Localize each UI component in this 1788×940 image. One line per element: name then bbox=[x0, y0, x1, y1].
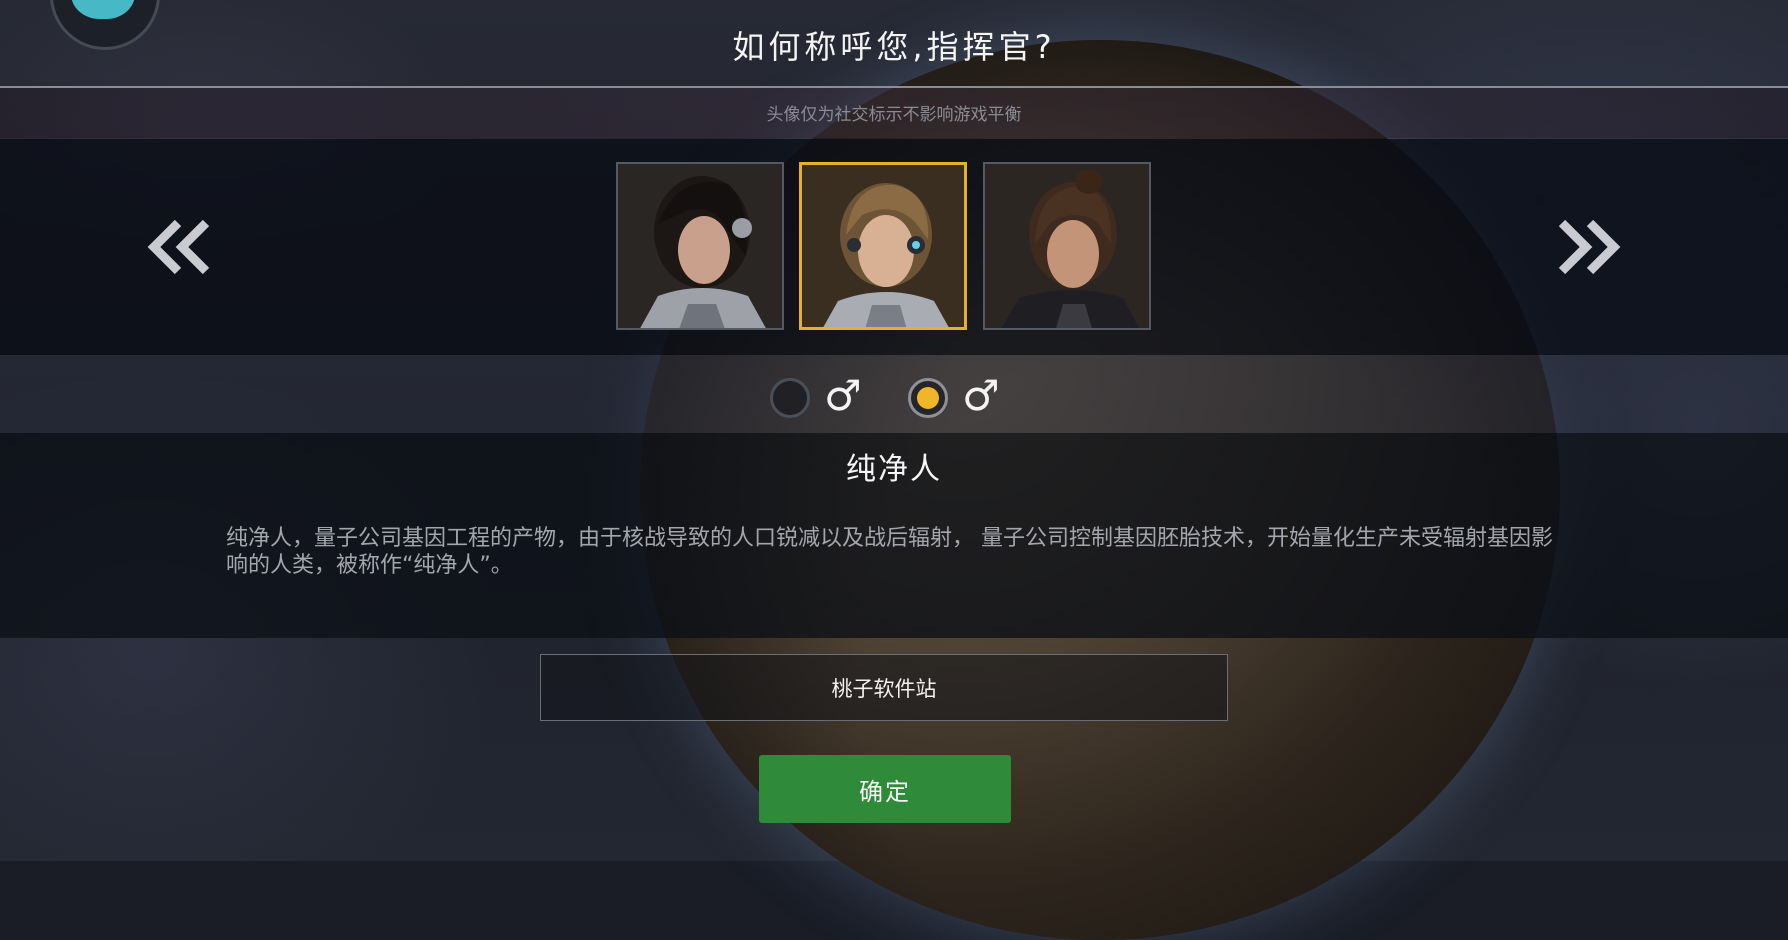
prev-avatars-button[interactable] bbox=[140, 212, 220, 282]
male-symbol-icon: ♂ bbox=[824, 371, 862, 420]
page-title: 如何称呼您,指挥官? bbox=[732, 28, 1056, 66]
confirm-button[interactable]: 确定 bbox=[759, 755, 1011, 823]
avatar-option-1[interactable] bbox=[616, 162, 784, 330]
page-subtitle: 头像仅为社交标示不影响游戏平衡 bbox=[766, 105, 1022, 125]
gender-selector-band bbox=[0, 355, 1788, 433]
portrait-dark-hair-headset bbox=[618, 164, 782, 328]
next-avatars-button[interactable] bbox=[1548, 212, 1628, 282]
commander-name-input[interactable] bbox=[540, 654, 1228, 721]
radio-selected-dot bbox=[917, 387, 939, 409]
race-description: 纯净人，量子公司基因工程的产物，由于核战导致的人口锐减以及战后辐射， 量子公司控… bbox=[226, 526, 1553, 578]
logo-creature-icon bbox=[71, 0, 135, 19]
portrait-brunette-ponytail bbox=[985, 164, 1149, 328]
avatar-option-2[interactable] bbox=[799, 162, 967, 330]
gender-radio-1[interactable] bbox=[770, 378, 810, 418]
race-name: 纯净人 bbox=[846, 452, 942, 487]
gender-radio-2[interactable] bbox=[908, 378, 948, 418]
male-symbol-icon: ♂ bbox=[962, 371, 1000, 420]
double-chevron-left-icon bbox=[147, 219, 210, 275]
double-chevron-right-icon bbox=[1558, 219, 1621, 275]
portrait-blonde-headset bbox=[802, 165, 964, 327]
avatar-option-3[interactable] bbox=[983, 162, 1151, 330]
